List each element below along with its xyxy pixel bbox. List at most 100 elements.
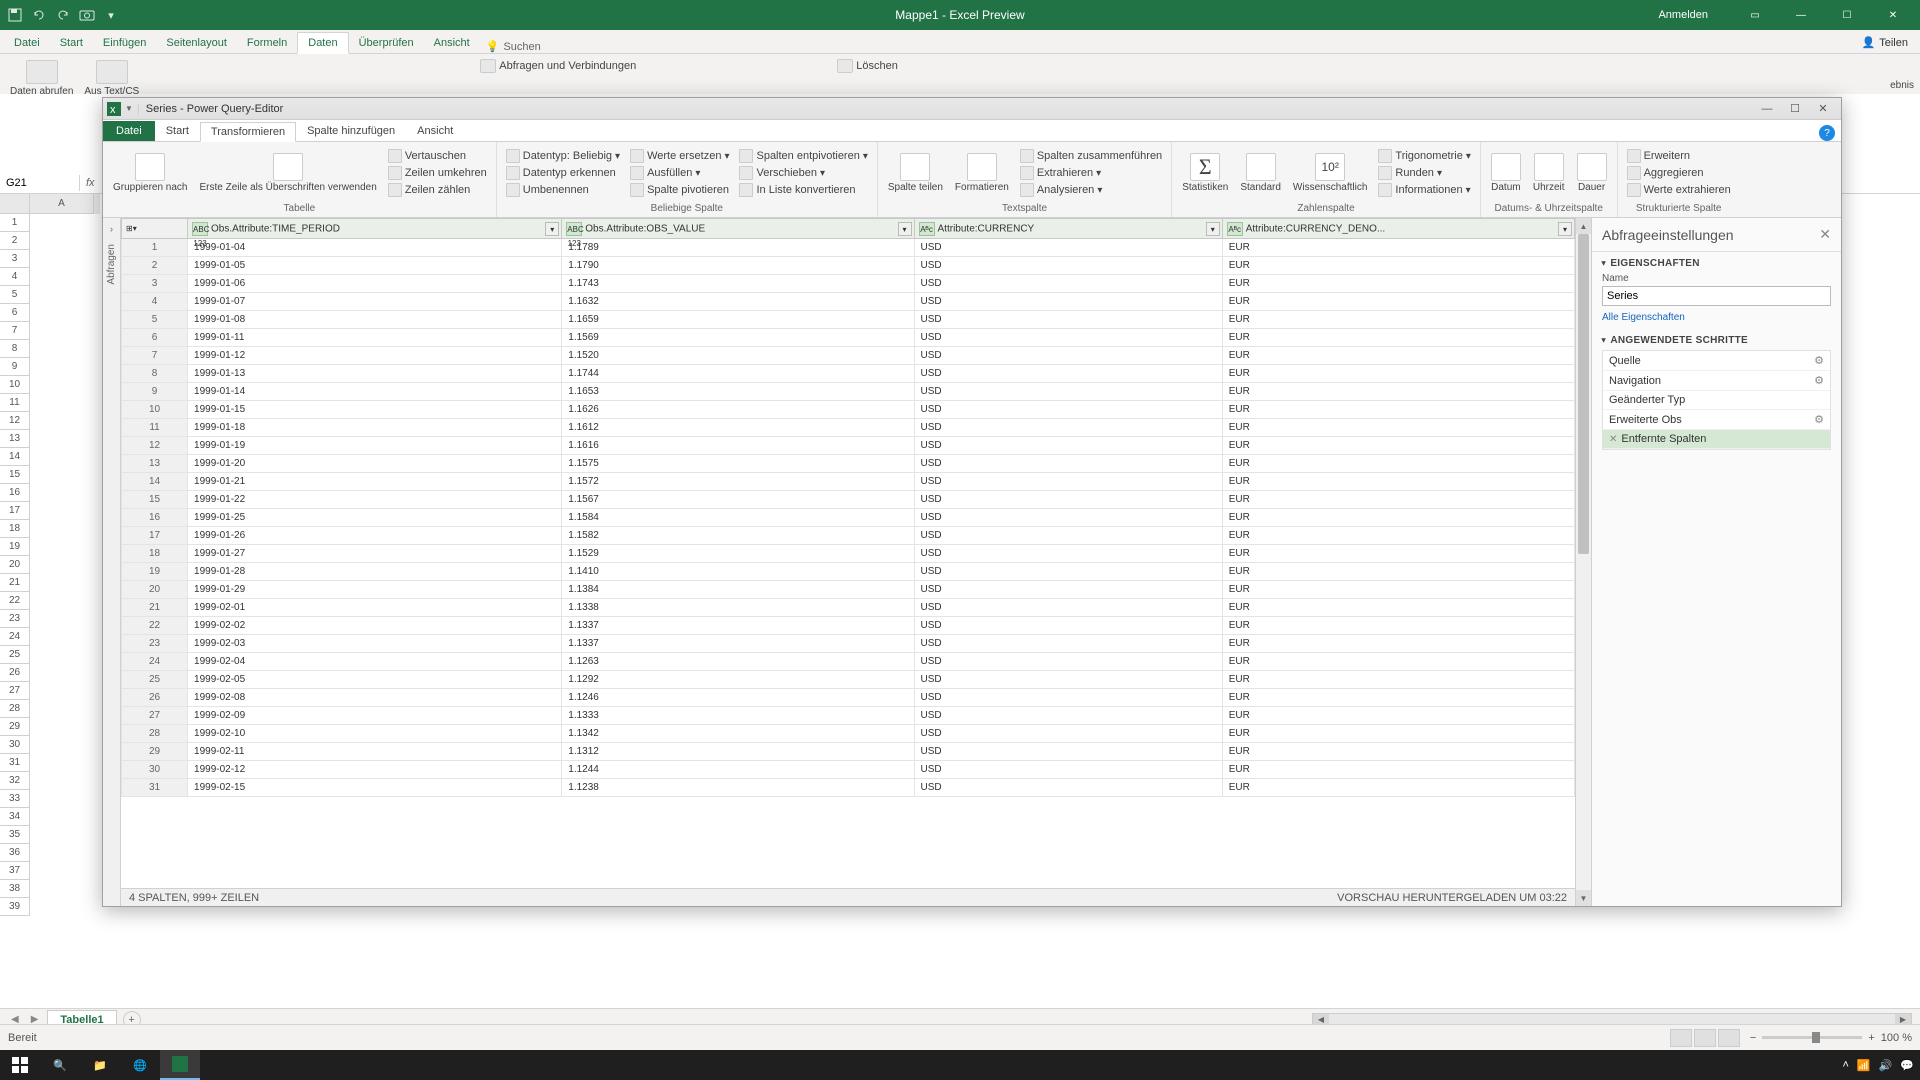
table-cell[interactable]: 1999-02-10 bbox=[188, 725, 562, 743]
table-cell[interactable]: 1.1743 bbox=[562, 275, 914, 293]
queries-connections-button[interactable]: Abfragen und Verbindungen bbox=[476, 58, 640, 74]
table-row[interactable]: 251999-02-051.1292USDEUR bbox=[122, 671, 1575, 689]
row-number[interactable]: 20 bbox=[122, 581, 188, 599]
table-cell[interactable]: USD bbox=[914, 329, 1222, 347]
redo-icon[interactable] bbox=[54, 6, 72, 24]
table-row[interactable]: 151999-01-221.1567USDEUR bbox=[122, 491, 1575, 509]
table-cell[interactable]: USD bbox=[914, 491, 1222, 509]
row-number[interactable]: 7 bbox=[122, 347, 188, 365]
table-cell[interactable]: 1.1384 bbox=[562, 581, 914, 599]
row-header[interactable]: 36 bbox=[0, 844, 30, 862]
get-data-button[interactable]: Daten abrufen bbox=[6, 58, 77, 94]
table-row[interactable]: 191999-01-281.1410USDEUR bbox=[122, 563, 1575, 581]
table-cell[interactable]: EUR bbox=[1222, 401, 1574, 419]
table-cell[interactable]: 1999-02-05 bbox=[188, 671, 562, 689]
pq-close-icon[interactable]: ✕ bbox=[1809, 99, 1837, 119]
table-cell[interactable]: USD bbox=[914, 707, 1222, 725]
data-preview-grid[interactable]: ⊞▾ABC 123Obs.Attribute:TIME_PERIOD▾ABC 1… bbox=[121, 218, 1575, 888]
row-header[interactable]: 1 bbox=[0, 214, 30, 232]
datatype-dropdown[interactable]: Datentyp: Beliebig ▾ bbox=[503, 148, 623, 164]
table-cell[interactable]: 1999-01-13 bbox=[188, 365, 562, 383]
table-row[interactable]: 21999-01-051.1790USDEUR bbox=[122, 257, 1575, 275]
table-cell[interactable]: USD bbox=[914, 275, 1222, 293]
all-properties-link[interactable]: Alle Eigenschaften bbox=[1602, 312, 1685, 323]
table-row[interactable]: 241999-02-041.1263USDEUR bbox=[122, 653, 1575, 671]
table-row[interactable]: 71999-01-121.1520USDEUR bbox=[122, 347, 1575, 365]
table-cell[interactable]: 1999-01-29 bbox=[188, 581, 562, 599]
search-icon[interactable]: 🔍 bbox=[40, 1050, 80, 1080]
row-header[interactable]: 10 bbox=[0, 376, 30, 394]
column-header[interactable]: AᴮcAttribute:CURRENCY▾ bbox=[914, 219, 1222, 239]
table-cell[interactable]: EUR bbox=[1222, 743, 1574, 761]
row-number[interactable]: 31 bbox=[122, 779, 188, 797]
row-header[interactable]: 30 bbox=[0, 736, 30, 754]
table-cell[interactable]: 1999-01-06 bbox=[188, 275, 562, 293]
table-cell[interactable]: 1.1292 bbox=[562, 671, 914, 689]
table-row[interactable]: 141999-01-211.1572USDEUR bbox=[122, 473, 1575, 491]
table-cell[interactable]: 1.1338 bbox=[562, 599, 914, 617]
column-header[interactable]: ABC 123Obs.Attribute:TIME_PERIOD▾ bbox=[188, 219, 562, 239]
round-button[interactable]: Runden ▾ bbox=[1375, 165, 1473, 181]
excel-taskbar-icon[interactable] bbox=[160, 1050, 200, 1080]
row-header[interactable]: 16 bbox=[0, 484, 30, 502]
count-rows-button[interactable]: Zeilen zählen bbox=[385, 182, 490, 198]
filter-dropdown-icon[interactable]: ▾ bbox=[898, 222, 912, 236]
row-number[interactable]: 15 bbox=[122, 491, 188, 509]
table-row[interactable]: 91999-01-141.1653USDEUR bbox=[122, 383, 1575, 401]
row-number[interactable]: 12 bbox=[122, 437, 188, 455]
queries-nav-pane[interactable]: › Abfragen bbox=[103, 218, 121, 906]
row-header[interactable]: 38 bbox=[0, 880, 30, 898]
gear-icon[interactable]: ⚙ bbox=[1814, 374, 1824, 387]
tell-me-search[interactable]: 💡Suchen bbox=[486, 40, 541, 53]
row-number[interactable]: 1 bbox=[122, 239, 188, 257]
network-icon[interactable]: 📶 bbox=[1857, 1059, 1871, 1072]
pq-titlebar[interactable]: x ▼ | Series - Power Query-Editor — ☐ ✕ bbox=[103, 98, 1841, 120]
table-cell[interactable]: USD bbox=[914, 653, 1222, 671]
name-box[interactable]: G21 bbox=[0, 175, 80, 191]
table-cell[interactable]: 1.1263 bbox=[562, 653, 914, 671]
row-number[interactable]: 13 bbox=[122, 455, 188, 473]
table-cell[interactable]: 1.1744 bbox=[562, 365, 914, 383]
table-cell[interactable]: EUR bbox=[1222, 599, 1574, 617]
table-cell[interactable]: 1999-01-12 bbox=[188, 347, 562, 365]
first-row-headers-button[interactable]: Erste Zeile als Überschriften verwenden bbox=[196, 151, 381, 195]
pq-tab-datei[interactable]: Datei bbox=[103, 121, 155, 141]
qat-more-icon[interactable]: ▾ bbox=[102, 6, 120, 24]
table-row[interactable]: 171999-01-261.1582USDEUR bbox=[122, 527, 1575, 545]
pagebreak-view-icon[interactable] bbox=[1718, 1029, 1740, 1047]
table-cell[interactable]: EUR bbox=[1222, 419, 1574, 437]
table-cell[interactable]: 1999-01-05 bbox=[188, 257, 562, 275]
start-button[interactable] bbox=[0, 1050, 40, 1080]
row-number[interactable]: 2 bbox=[122, 257, 188, 275]
grid-vertical-scrollbar[interactable]: ▲ ▼ bbox=[1575, 218, 1591, 906]
format-button[interactable]: Formatieren bbox=[951, 151, 1013, 195]
table-cell[interactable]: 1999-01-08 bbox=[188, 311, 562, 329]
table-row[interactable]: 271999-02-091.1333USDEUR bbox=[122, 707, 1575, 725]
table-cell[interactable]: 1999-02-02 bbox=[188, 617, 562, 635]
table-row[interactable]: 31999-01-061.1743USDEUR bbox=[122, 275, 1575, 293]
table-cell[interactable]: 1.1244 bbox=[562, 761, 914, 779]
table-row[interactable]: 301999-02-121.1244USDEUR bbox=[122, 761, 1575, 779]
delete-step-icon[interactable]: ✕ bbox=[1609, 434, 1617, 445]
tab-datei[interactable]: Datei bbox=[4, 33, 50, 53]
row-header[interactable]: 20 bbox=[0, 556, 30, 574]
tab-ueberpruefen[interactable]: Überprüfen bbox=[349, 33, 424, 53]
table-row[interactable]: 201999-01-291.1384USDEUR bbox=[122, 581, 1575, 599]
row-header[interactable]: 25 bbox=[0, 646, 30, 664]
chevron-down-icon[interactable]: ▼ bbox=[125, 104, 133, 113]
table-cell[interactable]: EUR bbox=[1222, 671, 1574, 689]
table-cell[interactable]: 1999-01-28 bbox=[188, 563, 562, 581]
table-cell[interactable]: EUR bbox=[1222, 725, 1574, 743]
table-row[interactable]: 51999-01-081.1659USDEUR bbox=[122, 311, 1575, 329]
scroll-down-icon[interactable]: ▼ bbox=[1576, 890, 1591, 906]
table-cell[interactable]: EUR bbox=[1222, 293, 1574, 311]
table-cell[interactable]: 1999-01-27 bbox=[188, 545, 562, 563]
row-header[interactable]: 5 bbox=[0, 286, 30, 304]
row-number[interactable]: 18 bbox=[122, 545, 188, 563]
row-header[interactable]: 8 bbox=[0, 340, 30, 358]
table-cell[interactable]: 1.1575 bbox=[562, 455, 914, 473]
applied-step[interactable]: Navigation⚙ bbox=[1603, 371, 1830, 391]
row-number[interactable]: 9 bbox=[122, 383, 188, 401]
table-cell[interactable]: 1999-01-11 bbox=[188, 329, 562, 347]
table-cell[interactable]: 1999-01-20 bbox=[188, 455, 562, 473]
